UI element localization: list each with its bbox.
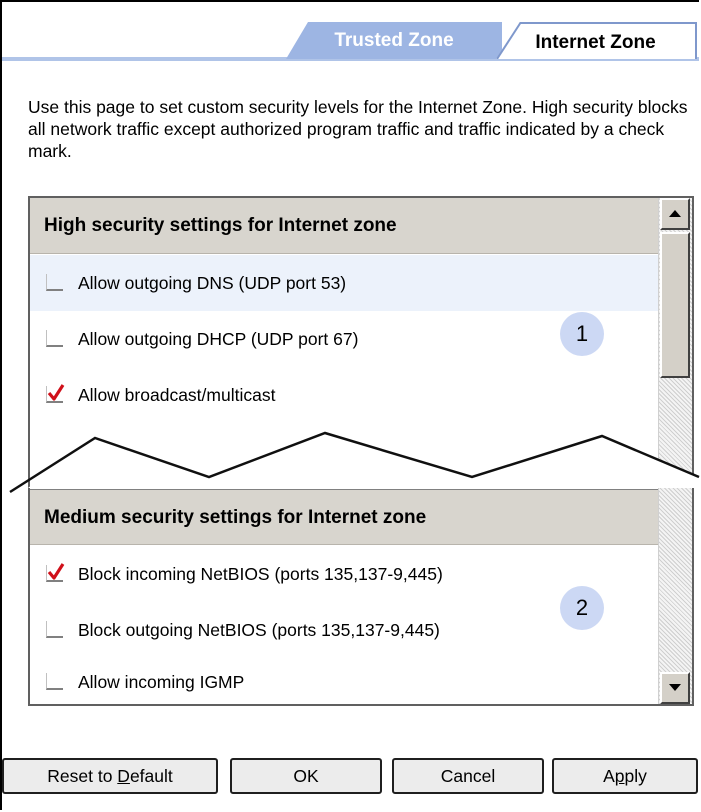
- checkbox[interactable]: [46, 621, 63, 638]
- list-item[interactable]: Allow incoming IGMP: [30, 654, 690, 710]
- setting-label: Allow incoming IGMP: [78, 672, 245, 692]
- setting-label: Allow outgoing DHCP (UDP port 67): [78, 329, 359, 349]
- settings-list: High security settings for Internet zone…: [28, 196, 694, 706]
- check-mark-icon: [47, 563, 65, 580]
- page-description: Use this page to set custom security lev…: [28, 97, 688, 161]
- ok-button[interactable]: OK: [230, 758, 382, 794]
- arrow-down-icon: [669, 684, 681, 691]
- setting-label: Block incoming NetBIOS (ports 135,137-9,…: [78, 564, 443, 584]
- setting-label: Allow outgoing DNS (UDP port 53): [78, 273, 347, 293]
- scroll-down-button[interactable]: [660, 672, 690, 704]
- scroll-thumb[interactable]: [660, 232, 690, 378]
- vertical-scrollbar[interactable]: [658, 198, 692, 704]
- checkbox[interactable]: [46, 330, 63, 347]
- checkbox-checked[interactable]: [46, 384, 65, 403]
- checkbox[interactable]: [46, 673, 63, 690]
- checkbox-checked[interactable]: [46, 563, 65, 582]
- setting-label: Block outgoing NetBIOS (ports 135,137-9,…: [78, 620, 440, 640]
- tab-edge-icon: [496, 22, 522, 59]
- check-mark-icon: [47, 384, 65, 401]
- list-item[interactable]: Allow broadcast/multicast: [30, 367, 690, 423]
- apply-button[interactable]: Apply: [552, 758, 698, 794]
- callout-badge: 2: [560, 586, 604, 630]
- tab-internet-zone[interactable]: Internet Zone: [496, 22, 697, 59]
- reset-to-default-button[interactable]: Reset to Default: [2, 758, 218, 794]
- section-header-medium: Medium security settings for Internet zo…: [30, 489, 690, 545]
- tab-trusted-zone[interactable]: Trusted Zone: [286, 22, 502, 59]
- setting-label: Allow broadcast/multicast: [78, 385, 276, 405]
- callout-badge: 1: [560, 312, 604, 356]
- scroll-up-button[interactable]: [660, 198, 690, 230]
- checkbox[interactable]: [46, 274, 63, 291]
- arrow-up-icon: [669, 210, 681, 217]
- cancel-button[interactable]: Cancel: [392, 758, 544, 794]
- section-header-high: High security settings for Internet zone: [30, 198, 690, 254]
- list-item[interactable]: Allow outgoing DNS (UDP port 53): [30, 255, 690, 311]
